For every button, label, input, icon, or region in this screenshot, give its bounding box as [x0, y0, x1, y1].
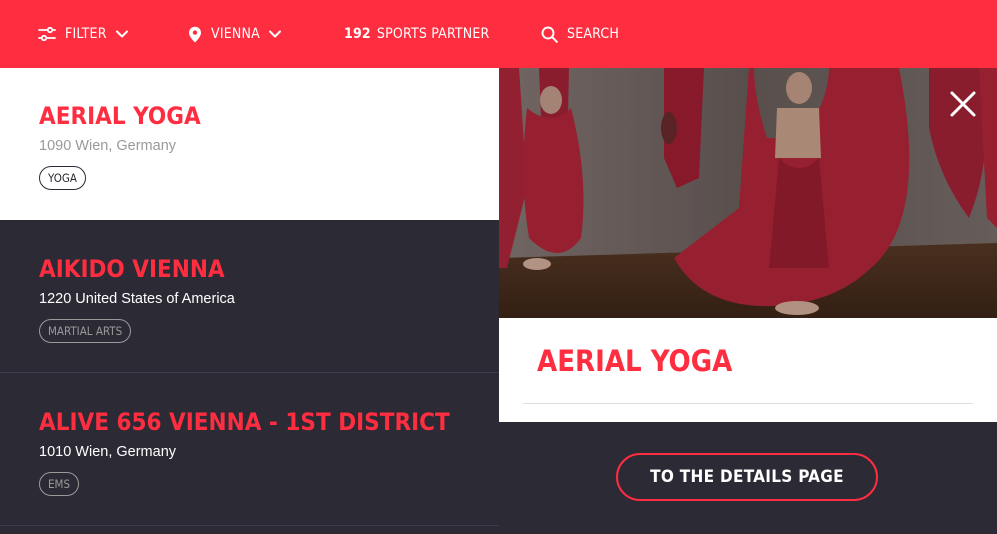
search-label: SEARCH: [567, 26, 620, 42]
chevron-down-icon: [268, 30, 281, 38]
partner-count-label: SPORTS PARTNER: [376, 26, 490, 42]
partner-count: 192 SPORTS PARTNER: [344, 0, 490, 68]
partner-count-number: 192: [344, 26, 371, 42]
chevron-down-icon: [115, 30, 128, 38]
filter-dropdown[interactable]: FILTER: [38, 0, 128, 68]
aerial-yoga-photo: [499, 68, 997, 318]
partner-card-aikido-vienna[interactable]: AIKIDO VIENNA 1220 United States of Amer…: [0, 221, 499, 373]
map-pin-icon: [188, 26, 202, 43]
filter-label: FILTER: [65, 26, 107, 42]
partner-name: AIKIDO VIENNA: [39, 255, 225, 283]
partner-address: 1090 Wien, Germany: [39, 138, 177, 154]
category-tag[interactable]: YOGA: [39, 166, 86, 190]
sliders-icon: [38, 27, 56, 41]
partner-address: 1220 United States of America: [39, 291, 235, 307]
partner-address: 1010 Wien, Germany: [39, 444, 177, 460]
partner-card-aerial-yoga[interactable]: AERIAL YOGA 1090 Wien, Germany YOGA: [0, 68, 499, 220]
search-icon: [541, 26, 558, 43]
details-page-button[interactable]: TO THE DETAILS PAGE: [616, 453, 878, 501]
partner-name: ALIVE 656 VIENNA - 1ST DISTRICT: [39, 408, 450, 436]
top-navigation-bar: FILTER VIENNA 192 SPORTS PARTNER SEARCH: [0, 0, 997, 68]
close-icon[interactable]: [949, 90, 977, 118]
detail-title-box: AERIAL YOGA: [499, 318, 997, 422]
partner-card-alive-656[interactable]: ALIVE 656 VIENNA - 1ST DISTRICT 1010 Wie…: [0, 374, 499, 526]
divider: [523, 403, 973, 404]
category-tag[interactable]: MARTIAL ARTS: [39, 319, 132, 343]
city-label: VIENNA: [211, 26, 260, 42]
partner-list: AERIAL YOGA 1090 Wien, Germany YOGA AIKI…: [0, 68, 499, 534]
search-button[interactable]: SEARCH: [541, 0, 619, 68]
detail-title: AERIAL YOGA: [537, 344, 733, 378]
city-dropdown[interactable]: VIENNA: [188, 0, 281, 68]
category-tag[interactable]: EMS: [39, 472, 80, 496]
partner-name: AERIAL YOGA: [39, 102, 201, 130]
partner-detail-panel: AERIAL YOGA TO THE DETAILS PAGE: [499, 68, 997, 534]
